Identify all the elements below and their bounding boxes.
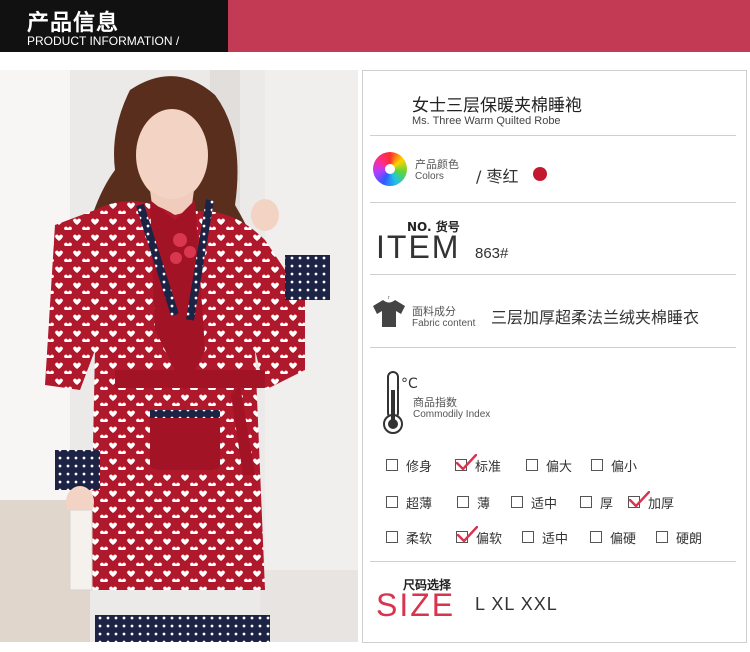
header-red-bar bbox=[228, 0, 750, 52]
checkbox[interactable] bbox=[386, 459, 398, 471]
comfort-option[interactable]: 薄 bbox=[457, 494, 491, 512]
checkbox[interactable] bbox=[591, 459, 603, 471]
model-illustration bbox=[0, 70, 358, 642]
divider bbox=[370, 135, 736, 136]
comfort-option-label: 超薄 bbox=[406, 496, 433, 512]
fabric-value: 三层加厚超柔法兰绒夹棉睡衣 bbox=[491, 308, 700, 327]
checkbox[interactable] bbox=[511, 496, 523, 508]
comfort-option[interactable]: 偏小 bbox=[591, 457, 638, 475]
comfort-label-cn: 商品指数 bbox=[413, 396, 457, 409]
checkbox[interactable] bbox=[455, 453, 478, 471]
checkbox[interactable] bbox=[526, 459, 538, 471]
comfort-option-label: 适中 bbox=[542, 531, 569, 547]
comfort-option[interactable]: 适中 bbox=[522, 529, 569, 547]
fabric-label-en: Fabric content bbox=[412, 318, 476, 329]
comfort-option-label: 偏大 bbox=[546, 459, 573, 475]
checkmark-icon bbox=[456, 525, 479, 548]
comfort-option-label: 偏软 bbox=[476, 531, 503, 547]
comfort-option-label: 柔软 bbox=[406, 531, 433, 547]
comfort-option-label: 偏硬 bbox=[610, 531, 637, 547]
comfort-option[interactable]: 柔软 bbox=[386, 529, 433, 547]
product-name-en: Ms. Three Warm Quilted Robe bbox=[412, 115, 561, 127]
comfort-option[interactable]: 偏软 bbox=[456, 525, 503, 547]
checkbox[interactable] bbox=[386, 496, 398, 508]
item-number: 863# bbox=[475, 245, 509, 262]
checkbox[interactable] bbox=[457, 496, 469, 508]
comfort-option-label: 偏小 bbox=[611, 459, 638, 475]
comfort-option[interactable]: 加厚 bbox=[628, 490, 675, 512]
comfort-option-label: 薄 bbox=[477, 496, 491, 512]
product-name-cn: 女士三层保暖夹棉睡袍 bbox=[412, 96, 582, 116]
checkmark-icon bbox=[455, 453, 478, 476]
fabric-label-cn: 面料成分 bbox=[412, 305, 456, 318]
item-label: ITEM bbox=[376, 229, 461, 265]
comfort-option[interactable]: 偏大 bbox=[526, 457, 573, 475]
comfort-option[interactable]: 适中 bbox=[511, 494, 558, 512]
comfort-option-label: 标准 bbox=[475, 459, 502, 475]
comfort-option-label: 加厚 bbox=[648, 496, 675, 512]
product-photo bbox=[0, 70, 358, 642]
size-label: SIZE bbox=[376, 587, 456, 623]
color-swatch bbox=[533, 167, 547, 181]
comfort-option[interactable]: 标准 bbox=[455, 453, 502, 475]
svg-text:?: ? bbox=[387, 296, 390, 301]
color-wheel-icon bbox=[373, 152, 407, 186]
header-title-en: PRODUCT INFORMATION / bbox=[27, 34, 180, 48]
comfort-option[interactable]: 厚 bbox=[580, 494, 614, 512]
checkbox[interactable] bbox=[628, 490, 651, 508]
checkbox[interactable] bbox=[580, 496, 592, 508]
comfort-option[interactable]: 超薄 bbox=[386, 494, 433, 512]
comfort-option-label: 适中 bbox=[531, 496, 558, 512]
comfort-label-en: Commodily Index bbox=[413, 409, 491, 420]
divider bbox=[370, 347, 736, 348]
header-bar: 产品信息 PRODUCT INFORMATION / bbox=[0, 0, 750, 52]
colors-label-en: Colors bbox=[415, 171, 444, 182]
comfort-option[interactable]: 修身 bbox=[386, 457, 433, 475]
checkmark-icon bbox=[628, 490, 651, 513]
comfort-option[interactable]: 硬朗 bbox=[656, 529, 703, 547]
checkbox[interactable] bbox=[456, 525, 479, 543]
shirt-icon: ? bbox=[373, 296, 405, 327]
header-title-cn: 产品信息 bbox=[27, 11, 120, 36]
colors-label-cn: 产品颜色 bbox=[415, 158, 459, 171]
checkbox[interactable] bbox=[386, 531, 398, 543]
comfort-option-label: 硬朗 bbox=[676, 531, 703, 547]
comfort-option-label: 修身 bbox=[406, 459, 433, 475]
comfort-option-label: 厚 bbox=[600, 496, 614, 512]
size-values: L XL XXL bbox=[475, 594, 558, 614]
svg-text:°C: °C bbox=[401, 376, 418, 392]
divider bbox=[370, 202, 736, 203]
comfort-option[interactable]: 偏硬 bbox=[590, 529, 637, 547]
checkbox[interactable] bbox=[656, 531, 668, 543]
color-value: / 枣红 bbox=[476, 167, 519, 186]
divider bbox=[370, 561, 736, 562]
checkbox[interactable] bbox=[590, 531, 602, 543]
divider bbox=[370, 274, 736, 275]
checkbox[interactable] bbox=[522, 531, 534, 543]
